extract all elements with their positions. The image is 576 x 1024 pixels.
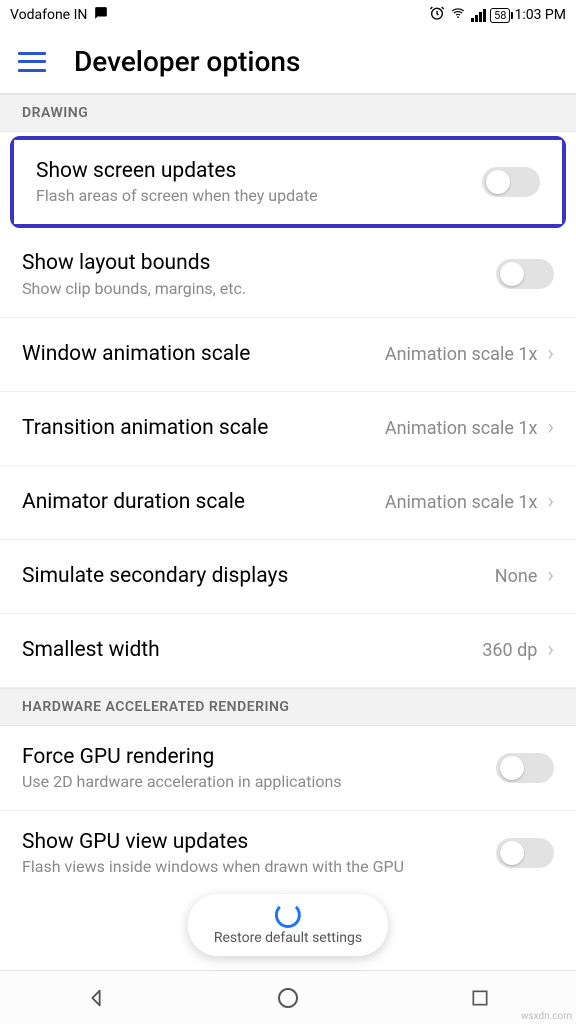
navigation-bar xyxy=(0,970,576,1024)
battery-indicator: 58 xyxy=(490,8,510,23)
row-value: Animation scale 1x xyxy=(385,492,538,513)
chevron-right-icon: › xyxy=(547,417,554,439)
chevron-right-icon: › xyxy=(547,343,554,365)
highlight-frame: Show screen updates Flash areas of scree… xyxy=(10,136,566,228)
row-subtitle: Show clip bounds, margins, etc. xyxy=(22,279,496,299)
row-value: Animation scale 1x xyxy=(385,418,538,439)
row-subtitle: Flash views inside windows when drawn wi… xyxy=(22,857,496,877)
toggle-show-layout-bounds[interactable] xyxy=(496,259,554,289)
row-subtitle: Flash areas of screen when they update xyxy=(36,186,482,206)
row-title: Show GPU view updates xyxy=(22,829,496,855)
app-bar: Developer options xyxy=(0,30,576,94)
nav-back-button[interactable] xyxy=(82,984,110,1012)
toggle-show-screen-updates[interactable] xyxy=(482,167,540,197)
nav-recent-button[interactable] xyxy=(466,984,494,1012)
row-title: Force GPU rendering xyxy=(22,744,496,770)
row-transition-animation-scale[interactable]: Transition animation scale Animation sca… xyxy=(0,392,576,466)
chat-icon xyxy=(93,6,109,24)
chevron-right-icon: › xyxy=(547,639,554,661)
menu-icon[interactable] xyxy=(18,52,46,72)
restore-defaults-pill[interactable]: Restore default settings xyxy=(188,894,388,956)
row-value: Animation scale 1x xyxy=(385,344,538,365)
row-show-screen-updates[interactable]: Show screen updates Flash areas of scree… xyxy=(14,140,562,224)
row-force-gpu-rendering[interactable]: Force GPU rendering Use 2D hardware acce… xyxy=(0,726,576,811)
chevron-right-icon: › xyxy=(547,565,554,587)
page-title: Developer options xyxy=(74,45,300,78)
clock-label: 1:03 PM xyxy=(514,7,566,23)
row-value: 360 dp xyxy=(482,640,537,661)
nav-home-button[interactable] xyxy=(274,984,302,1012)
pill-label: Restore default settings xyxy=(214,930,362,946)
row-title: Show layout bounds xyxy=(22,250,496,276)
alarm-icon xyxy=(429,5,445,25)
row-title: Smallest width xyxy=(22,637,482,663)
row-show-gpu-view-updates[interactable]: Show GPU view updates Flash views inside… xyxy=(0,811,576,895)
spinner-icon xyxy=(275,902,301,928)
section-header-drawing: DRAWING xyxy=(0,94,576,132)
row-value: None xyxy=(495,566,538,587)
watermark: wsxdn.com xyxy=(521,1011,572,1022)
row-title: Transition animation scale xyxy=(22,415,385,441)
toggle-force-gpu[interactable] xyxy=(496,753,554,783)
row-title: Animator duration scale xyxy=(22,489,385,515)
chevron-right-icon: › xyxy=(547,491,554,513)
carrier-label: Vodafone IN xyxy=(10,7,87,23)
section-header-hw-accel: HARDWARE ACCELERATED RENDERING xyxy=(0,688,576,726)
row-title: Window animation scale xyxy=(22,341,385,367)
row-title: Simulate secondary displays xyxy=(22,563,495,589)
row-title: Show screen updates xyxy=(36,158,482,184)
row-window-animation-scale[interactable]: Window animation scale Animation scale 1… xyxy=(0,318,576,392)
wifi-icon xyxy=(449,6,467,24)
row-show-layout-bounds[interactable]: Show layout bounds Show clip bounds, mar… xyxy=(0,232,576,317)
toggle-show-gpu-view[interactable] xyxy=(496,838,554,868)
status-bar: Vodafone IN 58 1:03 PM xyxy=(0,0,576,30)
row-subtitle: Use 2D hardware acceleration in applicat… xyxy=(22,772,496,792)
row-animator-duration-scale[interactable]: Animator duration scale Animation scale … xyxy=(0,466,576,540)
row-smallest-width[interactable]: Smallest width 360 dp › xyxy=(0,614,576,688)
row-simulate-secondary-displays[interactable]: Simulate secondary displays None › xyxy=(0,540,576,614)
signal-icon xyxy=(471,8,486,22)
